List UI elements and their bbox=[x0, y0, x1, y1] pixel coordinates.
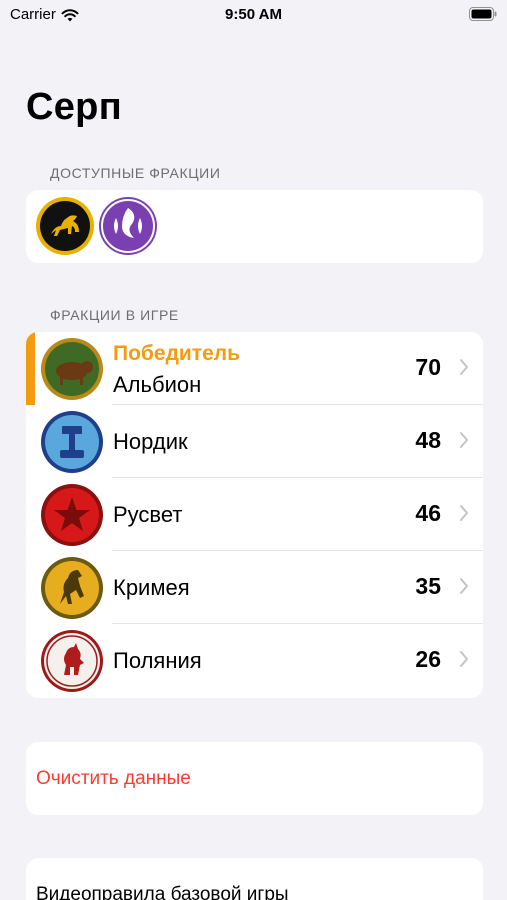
faction-row-polania[interactable]: Поляния 26 bbox=[26, 624, 483, 697]
faction-name: Поляния bbox=[113, 648, 202, 673]
faction-name: Кримея bbox=[113, 575, 190, 600]
faction-score: 26 bbox=[415, 646, 441, 672]
winner-indicator bbox=[26, 332, 35, 405]
faction-row-crimea[interactable]: Кримея 35 bbox=[26, 551, 483, 624]
faction-name: Нордик bbox=[113, 429, 188, 454]
nordic-faction-icon bbox=[41, 411, 103, 473]
faction-row-nordic[interactable]: Нордик 48 bbox=[26, 405, 483, 478]
status-time: 9:50 AM bbox=[225, 6, 282, 23]
crimea-faction-icon bbox=[41, 557, 103, 619]
faction-score: 46 bbox=[415, 500, 441, 526]
winner-label: Победитель bbox=[113, 342, 241, 365]
game-factions-header: ФРАКЦИИ В ИГРЕ bbox=[50, 307, 179, 323]
rusviet-faction-icon bbox=[41, 484, 103, 546]
faction-name: Русвет bbox=[113, 502, 183, 527]
faction-score: 35 bbox=[415, 573, 441, 599]
faction-name: Альбион bbox=[113, 372, 202, 397]
faction-row-albion[interactable]: Победитель Альбион 70 bbox=[26, 332, 483, 405]
video-rules-label: Видеоправила базовой игры bbox=[36, 884, 289, 900]
page-title: Серп bbox=[26, 86, 122, 128]
saxony-faction-icon[interactable] bbox=[35, 196, 95, 256]
available-factions-header: ДОСТУПНЫЕ ФРАКЦИИ bbox=[50, 165, 221, 181]
faction-score: 48 bbox=[415, 427, 441, 453]
video-rules-button[interactable]: Видеоправила базовой игры bbox=[26, 858, 483, 900]
albion-faction-icon bbox=[41, 338, 103, 400]
game-factions-card: Победитель Альбион 70 Нордик 48 Русвет 4… bbox=[26, 332, 483, 698]
chevron-right-icon bbox=[460, 578, 468, 594]
polania-faction-icon bbox=[41, 630, 103, 692]
chevron-right-icon bbox=[460, 359, 468, 375]
battery-icon bbox=[469, 7, 497, 21]
chevron-right-icon bbox=[460, 651, 468, 667]
available-factions-card bbox=[26, 190, 483, 263]
status-bar: Carrier 9:50 AM bbox=[0, 0, 507, 30]
chevron-right-icon bbox=[460, 432, 468, 448]
clear-data-label: Очистить данные bbox=[36, 768, 191, 789]
clear-data-button[interactable]: Очистить данные bbox=[26, 742, 483, 815]
faction-row-rusviet[interactable]: Русвет 46 bbox=[26, 478, 483, 551]
faction-score: 70 bbox=[415, 354, 441, 380]
togawa-faction-icon[interactable] bbox=[98, 196, 158, 256]
chevron-right-icon bbox=[460, 505, 468, 521]
